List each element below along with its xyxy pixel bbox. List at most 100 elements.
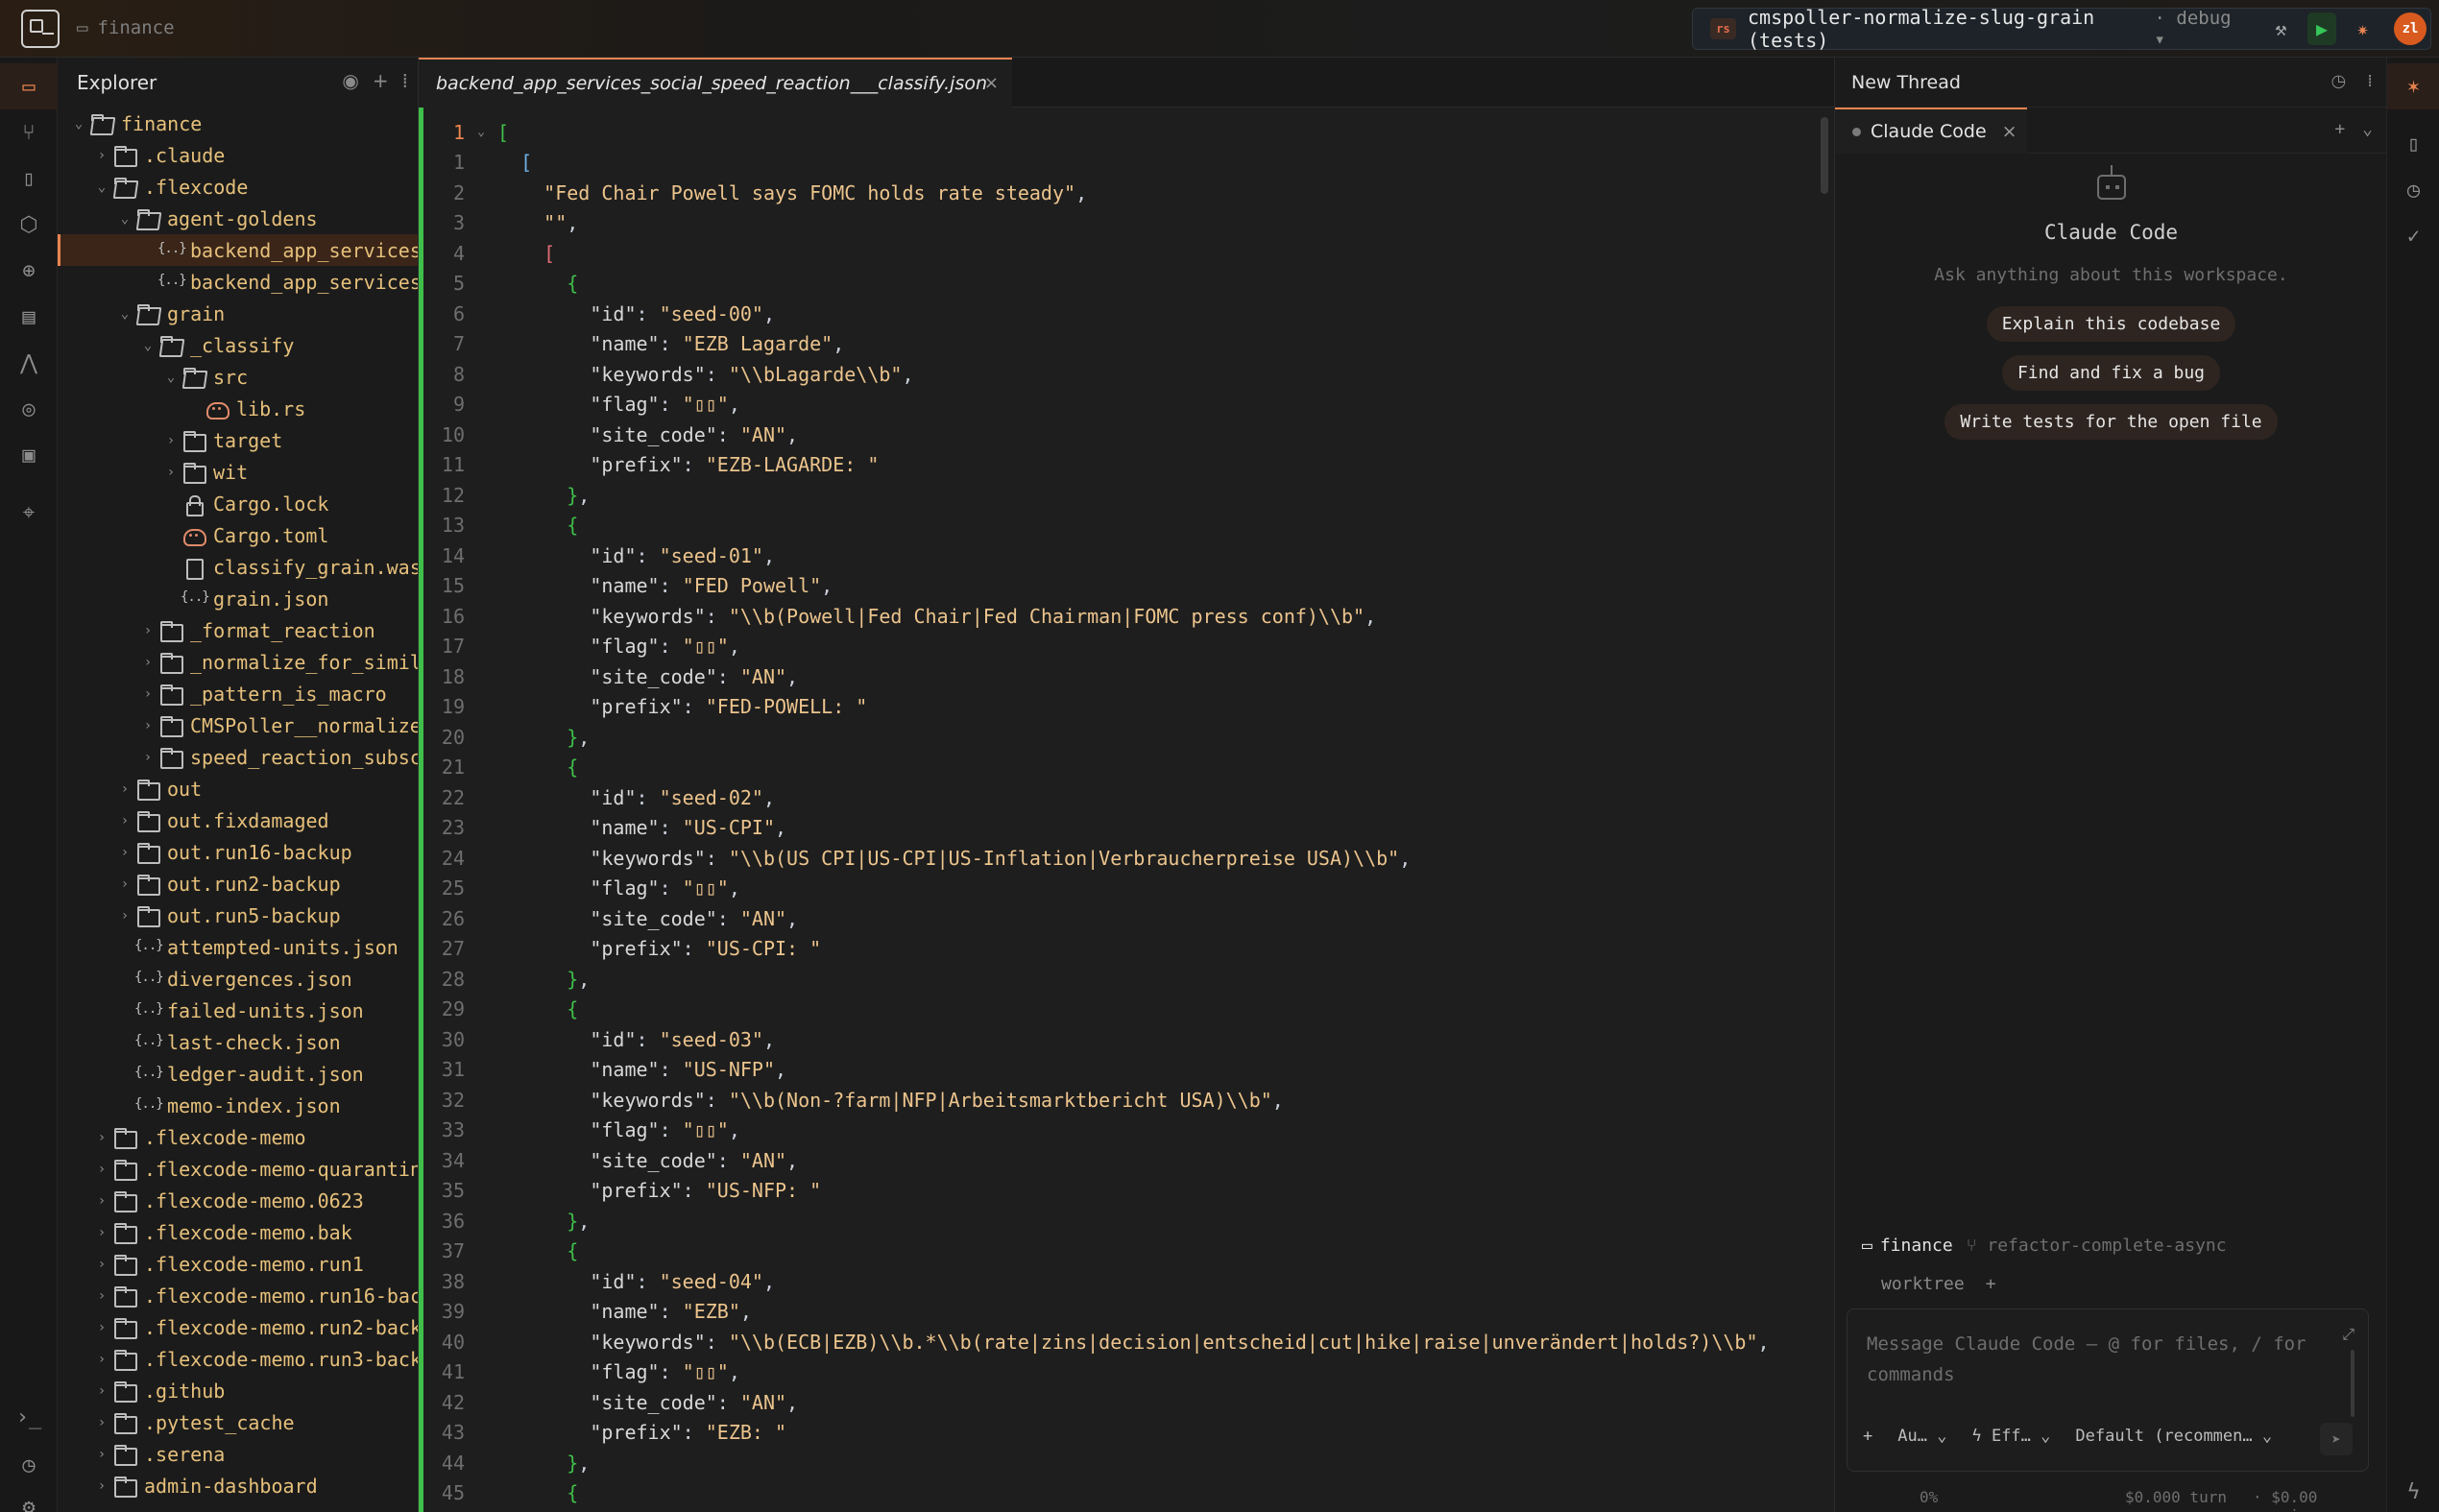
tree-folder[interactable]: › out.run16-backup [58, 836, 418, 868]
tree-file[interactable]: backend_app_services_social_speed_reacti… [58, 234, 418, 266]
code-line[interactable]: 1 ⌄ [ [419, 117, 1821, 148]
code-line[interactable]: 39 "name": "EZB", [419, 1297, 1821, 1328]
tree-folder[interactable]: › .flexcode-memo.run3-backup [58, 1343, 418, 1375]
terminal-icon[interactable]: ›_ [0, 1394, 58, 1440]
suggestion-write-tests[interactable]: Write tests for the open file [1944, 404, 2278, 440]
tree-file[interactable]: Cargo.toml [58, 519, 418, 551]
code-line[interactable]: 29 { [419, 995, 1821, 1025]
lightning-icon[interactable]: ϟ [2387, 1469, 2439, 1512]
chevron-right-icon[interactable]: › [90, 1193, 113, 1209]
code-line[interactable]: 24 "keywords": "\\b(US CPI|US-CPI|US-Inf… [419, 843, 1821, 874]
chevron-right-icon[interactable]: › [113, 876, 136, 892]
tree-file[interactable]: divergences.json [58, 963, 418, 995]
target-icon[interactable]: ⌖ [0, 490, 58, 536]
editor-scrollbar[interactable] [1821, 117, 1828, 194]
chevron-right-icon[interactable]: › [90, 1288, 113, 1304]
tree-folder[interactable]: › admin-dashboard [58, 1470, 418, 1501]
graph-icon[interactable]: ⋀ [0, 340, 58, 386]
source-control-icon[interactable]: ⑂ [0, 109, 58, 156]
code-line[interactable]: 1 [ [419, 148, 1821, 179]
code-line[interactable]: 31 "name": "US-NFP", [419, 1055, 1821, 1086]
chevron-right-icon[interactable]: › [113, 908, 136, 924]
code-line[interactable]: 30 "id": "seed-03", [419, 1024, 1821, 1055]
chevron-right-icon[interactable]: › [90, 1447, 113, 1462]
tree-file[interactable]: last-check.json [58, 1026, 418, 1058]
code-line[interactable]: 35 "prefix": "US-NFP: " [419, 1176, 1821, 1207]
tree-file[interactable]: failed-units.json [58, 995, 418, 1026]
chevron-right-icon[interactable]: › [113, 813, 136, 828]
book-icon[interactable]: ▯ [0, 156, 58, 202]
chevron-down-icon[interactable]: ⌄ [67, 116, 90, 132]
send-icon[interactable]: ➤ [2320, 1423, 2353, 1455]
chevron-down-icon[interactable]: ⌄ [2362, 119, 2373, 139]
chart-icon[interactable]: ▣ [0, 432, 58, 478]
tree-folder[interactable]: › .flexcode-memo.bak [58, 1216, 418, 1248]
tree-file[interactable]: lib.rs [58, 393, 418, 424]
code-line[interactable]: 38 "id": "seed-04", [419, 1266, 1821, 1297]
tree-folder[interactable]: ⌄ src [58, 361, 418, 393]
code-line[interactable]: 23 "name": "US-CPI", [419, 813, 1821, 844]
chevron-right-icon[interactable]: › [90, 1225, 113, 1240]
history-icon[interactable]: ◷ [0, 1442, 58, 1488]
tree-folder[interactable]: › _format_reaction [58, 614, 418, 646]
code-line[interactable]: 4 [ [419, 238, 1821, 269]
tree-folder[interactable]: › wit [58, 456, 418, 488]
chevron-right-icon[interactable]: › [113, 845, 136, 860]
chevron-right-icon[interactable]: › [90, 1130, 113, 1145]
message-input[interactable]: Message Claude Code — @ for files, / for… [1867, 1329, 2328, 1390]
code-line[interactable]: 33 "flag": "▯▯", [419, 1116, 1821, 1146]
chevron-right-icon[interactable]: › [90, 1478, 113, 1494]
chevron-right-icon[interactable]: › [90, 148, 113, 163]
attach-plus-icon[interactable]: + [1863, 1427, 1872, 1446]
code-line[interactable]: 40 "keywords": "\\b(ECB|EZB)\\b.*\\b(rat… [419, 1327, 1821, 1357]
tree-folder[interactable]: › target [58, 424, 418, 456]
chevron-down-icon[interactable]: ⌄ [136, 338, 159, 353]
panel-menu-icon[interactable]: ⁞ [2367, 71, 2373, 91]
chevron-right-icon[interactable]: › [136, 623, 159, 638]
code-line[interactable]: 20 }, [419, 722, 1821, 753]
tree-file[interactable]: ledger-audit.json [58, 1058, 418, 1090]
code-line[interactable]: 19 "prefix": "FED-POWELL: " [419, 692, 1821, 723]
code-line[interactable]: 42 "site_code": "AN", [419, 1387, 1821, 1418]
tree-file[interactable]: attempted-units.json [58, 931, 418, 963]
tree-folder[interactable]: › out [58, 773, 418, 804]
tree-folder[interactable]: ⌄ .flexcode [58, 171, 418, 203]
code-line[interactable]: 11 "prefix": "EZB-LAGARDE: " [419, 450, 1821, 481]
code-line[interactable]: 10 "site_code": "AN", [419, 420, 1821, 450]
chevron-right-icon[interactable]: › [136, 686, 159, 702]
run-configuration[interactable]: rs cmspoller-normalize-slug-grain (tests… [1692, 6, 2431, 52]
code-line[interactable]: 44 }, [419, 1448, 1821, 1478]
code-line[interactable]: 34 "site_code": "AN", [419, 1145, 1821, 1176]
tree-folder[interactable]: ⌄ grain [58, 298, 418, 329]
tree-folder[interactable]: › out.run2-backup [58, 868, 418, 900]
eye-icon[interactable]: ◉ [342, 69, 358, 92]
code-line[interactable]: 21 { [419, 753, 1821, 783]
collapse-icon[interactable]: ⁞ [402, 69, 408, 92]
chevron-right-icon[interactable]: › [90, 1352, 113, 1367]
tree-folder[interactable]: › _pattern_is_macro [58, 678, 418, 709]
tree-folder[interactable]: › out.fixdamaged [58, 804, 418, 836]
chevron-right-icon[interactable]: › [90, 1320, 113, 1335]
code-line[interactable]: 22 "id": "seed-02", [419, 782, 1821, 813]
context-branch[interactable]: ⑂ refactor-complete-async [1967, 1236, 2227, 1256]
effort-dropdown[interactable]: ϟ Eff… ⌄ [1971, 1427, 2050, 1446]
composer-scrollbar[interactable] [2351, 1350, 2354, 1417]
code-line[interactable]: 3 "", [419, 208, 1821, 239]
chevron-right-icon[interactable]: › [90, 1383, 113, 1399]
code-line[interactable]: 13 { [419, 511, 1821, 541]
code-line[interactable]: 41 "flag": "▯▯", [419, 1357, 1821, 1388]
chevron-right-icon[interactable]: › [136, 655, 159, 670]
context-folder[interactable]: ▭ finance [1862, 1236, 1953, 1256]
close-icon[interactable]: × [2002, 121, 2017, 142]
tree-folder[interactable]: › .flexcode-memo.0623 [58, 1185, 418, 1216]
chevron-right-icon[interactable]: › [113, 781, 136, 797]
new-chat-plus-icon[interactable]: + [2334, 119, 2345, 139]
chevron-down-icon[interactable]: ⌄ [90, 180, 113, 195]
worktree-label[interactable]: worktree [1881, 1274, 1965, 1294]
code-line[interactable]: 15 "name": "FED Powell", [419, 571, 1821, 602]
code-line[interactable]: 16 "keywords": "\\b(Powell|Fed Chair|Fed… [419, 601, 1821, 632]
suggestion-explain-codebase[interactable]: Explain this codebase [1986, 306, 2236, 342]
tree-folder[interactable]: › CMSPoller__normalize_slug [58, 709, 418, 741]
code-line[interactable]: 25 "flag": "▯▯", [419, 874, 1821, 904]
tree-file[interactable]: Cargo.lock [58, 488, 418, 519]
